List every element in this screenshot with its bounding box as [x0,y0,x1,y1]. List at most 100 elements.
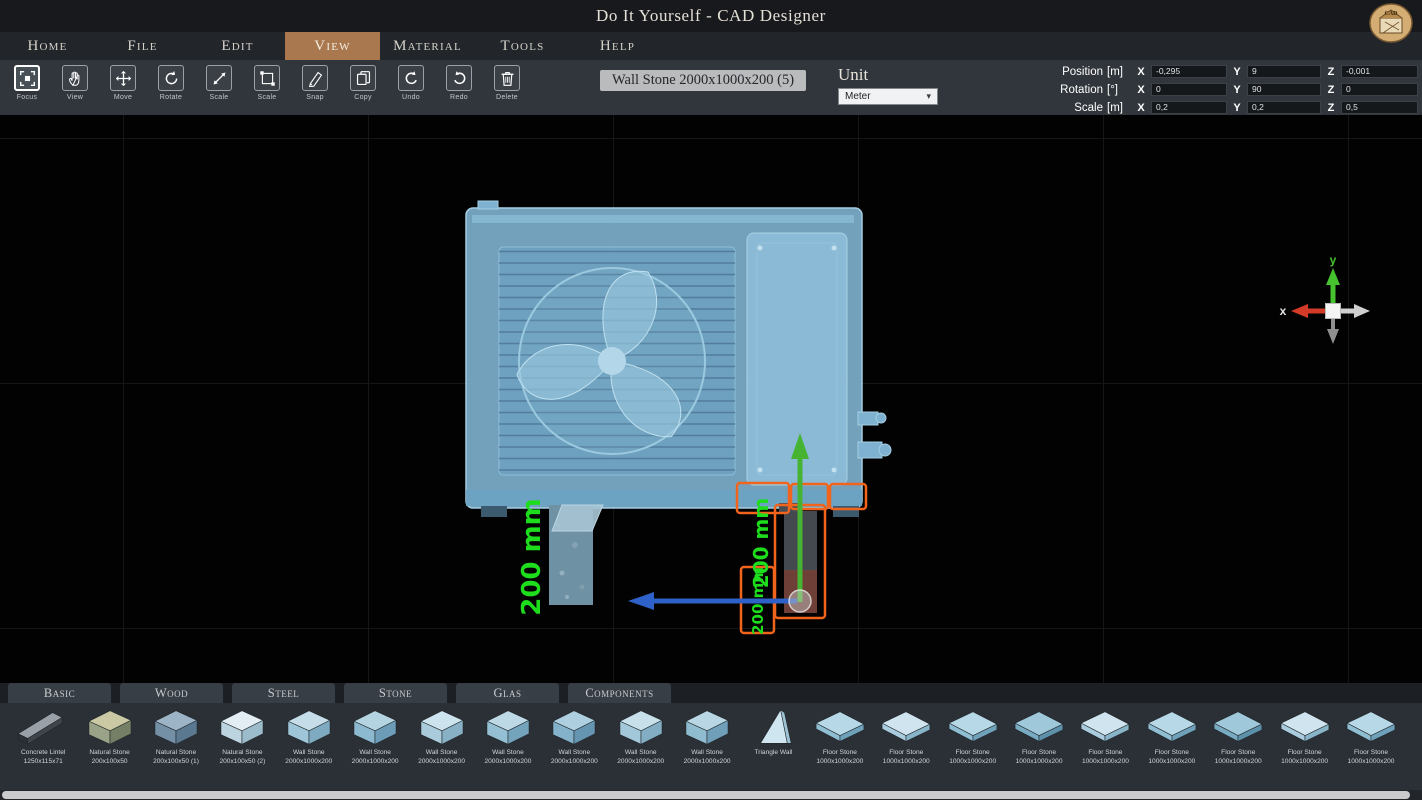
ac-unit-model[interactable] [466,201,891,517]
palette-item-thumbnail [280,705,338,749]
palette-item-thumbnail [413,705,471,749]
transform-x-input[interactable]: -0,295 [1151,65,1227,78]
toolbar-button[interactable]: Move [106,65,140,101]
move-gizmo-origin[interactable] [789,590,811,612]
focus-icon [14,65,40,91]
category-tabs: Basic Wood Steel Stone Glas Components [0,683,1422,703]
palette-item-thumbnail [14,705,72,749]
palette-item[interactable]: Floor Stone 1000x1000x200 [1006,705,1072,790]
menu-item[interactable]: Tools [475,32,570,60]
menu-item[interactable]: View [285,32,380,60]
cad-logo-icon: CAD [1368,2,1414,44]
palette-item[interactable]: Floor Stone 1000x1000x200 [1072,705,1138,790]
palette-item[interactable]: Concrete Lintel 1250x115x71 [10,705,76,790]
transform-z-input[interactable]: 0,5 [1341,101,1418,114]
axis-z-label: Z [1323,84,1339,96]
palette-item[interactable]: Wall Stone 2000x1000x200 [342,705,408,790]
wall-stone-block[interactable] [549,505,603,605]
transform-row: Rotation [°] X 0 Y 90 Z 0 [1037,82,1418,97]
undo-icon [398,65,424,91]
toolbar-button[interactable]: Focus [10,65,44,101]
palette-item[interactable]: Floor Stone 1000x1000x200 [807,705,873,790]
category-tab[interactable]: Wood [120,683,223,703]
horizontal-scrollbar[interactable] [0,790,1422,800]
transform-y-input[interactable]: 90 [1247,83,1321,96]
palette-item[interactable]: Wall Stone 2000x1000x200 [674,705,740,790]
toolbar-button[interactable]: Snap [298,65,332,101]
palette-item[interactable]: Floor Stone 1000x1000x200 [939,705,1005,790]
toolbar-button[interactable]: View [58,65,92,101]
toolbar-button[interactable]: Scale [250,65,284,101]
palette-item[interactable]: Wall Stone 2000x1000x200 [276,705,342,790]
palette-item[interactable]: Natural Stone 200x100x50 [76,705,142,790]
palette-item[interactable]: Wall Stone 2000x1000x200 [608,705,674,790]
palette-item[interactable]: Wall Stone 2000x1000x200 [541,705,607,790]
category-tab[interactable]: Basic [8,683,111,703]
toolbar-button[interactable]: Redo [442,65,476,101]
scrollbar-thumb[interactable] [2,791,1410,799]
unit-select[interactable]: Meter [838,88,938,105]
menu-item[interactable]: File [95,32,190,60]
transform-row-unit: [m] [1105,102,1131,114]
palette-item[interactable]: Floor Stone 1000x1000x200 [1338,705,1404,790]
palette-item[interactable]: Natural Stone 200x100x50 (1) [143,705,209,790]
toolbar-button[interactable]: Copy [346,65,380,101]
viewport[interactable]: 200 mm 200 mm 200 mm y x [0,115,1422,683]
menu-item[interactable]: Material [380,32,475,60]
scene-canvas[interactable]: 200 mm 200 mm 200 mm y x [0,115,1422,683]
palette-item-thumbnail [612,705,670,749]
category-tab[interactable]: Glas [456,683,559,703]
palette-item-thumbnail [1209,705,1267,749]
axis-y-label: Y [1229,102,1245,114]
unit-label: Unit [838,65,938,85]
app-title: Do It Yourself - CAD Designer [596,6,826,26]
transform-row-unit: [°] [1105,84,1131,96]
palette-item[interactable]: Floor Stone 1000x1000x200 [873,705,939,790]
palette-item-thumbnail [678,705,736,749]
palette-item-thumbnail [479,705,537,749]
transform-row-name: Rotation [1037,84,1103,96]
copy-icon [350,65,376,91]
menu-item[interactable]: Home [0,32,95,60]
transform-z-input[interactable]: 0 [1341,83,1418,96]
hand-icon [62,65,88,91]
menu-item[interactable]: Edit [190,32,285,60]
toolbar-button[interactable]: Scale [202,65,236,101]
axis-z-label: Z [1323,66,1339,78]
transform-y-input[interactable]: 9 [1247,65,1321,78]
palette-item[interactable]: Floor Stone 1000x1000x200 [1139,705,1205,790]
selection-label: Wall Stone 2000x1000x200 (5) [600,70,806,91]
transform-z-input[interactable]: -0,001 [1341,65,1418,78]
category-tab[interactable]: Components [568,683,671,703]
transform-y-input[interactable]: 0,2 [1247,101,1321,114]
category-tab[interactable]: Stone [344,683,447,703]
palette-item-thumbnail [213,705,271,749]
transform-row-name: Position [1037,66,1103,78]
menu-bar: Home File Edit View Material Tools Hel [0,32,1422,60]
move-arrows-icon [110,65,136,91]
item-palette: Concrete Lintel 1250x115x71 Natural Ston… [0,703,1422,790]
palette-item[interactable]: Floor Stone 1000x1000x200 [1271,705,1337,790]
palette-item[interactable]: Floor Stone 1000x1000x200 [1205,705,1271,790]
toolbar-button[interactable]: Rotate [154,65,188,101]
palette-item-thumbnail [1143,705,1201,749]
menu-item[interactable]: Help [570,32,665,60]
unit-group: Unit Meter [838,65,938,105]
dropdown-caret-icon [926,91,931,102]
palette-item[interactable]: Wall Stone 2000x1000x200 [408,705,474,790]
transform-x-input[interactable]: 0,2 [1151,101,1227,114]
palette-item[interactable]: Triangle Wall [740,705,806,790]
palette-item-thumbnail [944,705,1002,749]
transform-row-name: Scale [1037,102,1103,114]
category-tab[interactable]: Steel [232,683,335,703]
transform-row: Position [m] X -0,295 Y 9 Z -0,001 [1037,64,1418,79]
palette-item[interactable]: Wall Stone 2000x1000x200 [475,705,541,790]
move-gizmo-x-arrowhead[interactable] [628,592,654,610]
transform-x-input[interactable]: 0 [1151,83,1227,96]
toolbar-button[interactable]: Undo [394,65,428,101]
orientation-gizmo[interactable]: y x [1280,253,1370,344]
palette-item-thumbnail [346,705,404,749]
pipe-connectors [858,412,891,458]
palette-item[interactable]: Natural Stone 200x100x50 (2) [209,705,275,790]
toolbar-button[interactable]: Delete [490,65,524,101]
